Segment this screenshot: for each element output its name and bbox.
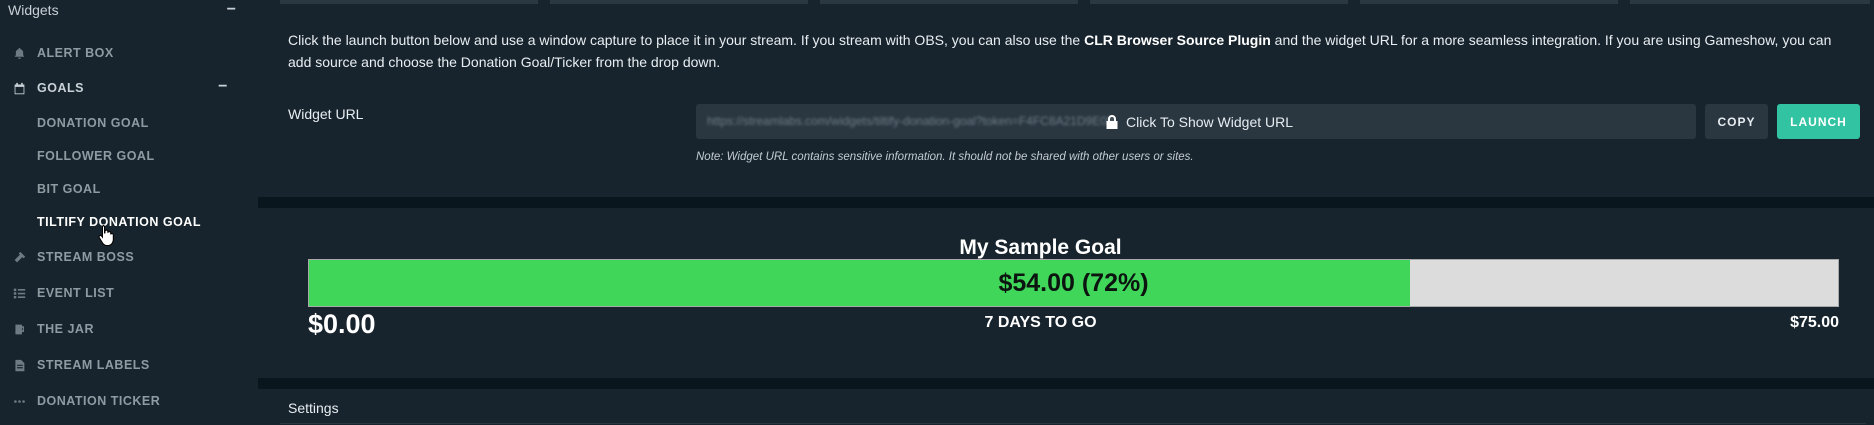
main-content: Click the launch button below and use a … [258, 0, 1874, 425]
top-tab[interactable] [280, 0, 538, 4]
ellipsis-icon [12, 394, 26, 408]
widget-url-label: Widget URL [288, 106, 364, 122]
list-icon [12, 286, 26, 300]
calendar-icon [12, 81, 26, 95]
sidebar-item-alert-box[interactable]: ALERT BOX [12, 41, 238, 65]
hand-cursor-icon [98, 225, 114, 246]
top-tab-strip [280, 0, 1870, 4]
show-widget-url-label: Click To Show Widget URL [1126, 113, 1294, 130]
collapse-goals-button[interactable]: − [218, 78, 228, 96]
sidebar-item-label: GOALS [37, 81, 84, 95]
jar-icon [12, 322, 26, 336]
collapse-widgets-button[interactable]: − [227, 0, 236, 20]
show-widget-url-button[interactable]: Click To Show Widget URL [1106, 104, 1293, 139]
goal-days-left: 7 DAYS TO GO [984, 314, 1097, 331]
widget-info-panel: Click the launch button below and use a … [258, 0, 1874, 197]
top-tab[interactable] [1630, 0, 1870, 4]
sidebar-item-event-list[interactable]: EVENT LIST [12, 281, 238, 305]
top-tab[interactable] [820, 0, 1078, 4]
sidebar-header: Widgets − [8, 0, 236, 20]
goal-progress-bar: $54.00 (72%) [308, 259, 1839, 307]
goal-amount: $54.00 (72%) [998, 268, 1149, 297]
file-icon [12, 358, 26, 372]
sidebar-item-stream-boss[interactable]: STREAM BOSS [12, 245, 238, 269]
sidebar-item-stream-labels[interactable]: STREAM LABELS [12, 353, 238, 377]
intro-text: Click the launch button below and use a … [288, 29, 1858, 73]
sidebar-item-the-jar[interactable]: THE JAR [12, 317, 238, 341]
sidebar-item-label: DONATION TICKER [37, 394, 161, 408]
sidebar-item-donation-ticker[interactable]: DONATION TICKER [12, 389, 238, 413]
lock-icon [1106, 114, 1118, 129]
goal-end-amount: $75.00 [1790, 314, 1839, 331]
sidebar-item-label: THE JAR [37, 322, 94, 336]
sidebar-header-title: Widgets [8, 2, 59, 18]
settings-divider [280, 423, 1866, 424]
clr-plugin-link[interactable]: CLR Browser Source Plugin [1084, 32, 1271, 48]
sidebar-item-label: STREAM BOSS [37, 250, 135, 264]
widget-url-note: Note: Widget URL contains sensitive info… [696, 151, 1194, 163]
bell-icon [12, 46, 26, 60]
sidebar-subitem-bit-goal[interactable]: BIT GOAL [37, 178, 237, 200]
sidebar: Widgets − ALERT BOX GOALS − DONATION GOA… [0, 0, 258, 425]
goal-preview-panel: My Sample Goal $54.00 (72%) $0.00 7 DAYS… [258, 208, 1874, 378]
sidebar-item-label: STREAM LABELS [37, 358, 150, 372]
copy-button[interactable]: COPY [1705, 104, 1768, 139]
widget-url-field[interactable]: https://streamlabs.com/widgets/tiltify-d… [696, 104, 1696, 139]
top-tab[interactable] [1090, 0, 1348, 4]
hammer-icon [12, 250, 26, 264]
settings-heading: Settings [288, 400, 339, 416]
top-tab[interactable] [550, 0, 808, 4]
widget-url-blurred-value: https://streamlabs.com/widgets/tiltify-d… [707, 114, 1115, 128]
launch-button[interactable]: LAUNCH [1777, 104, 1860, 139]
settings-panel: Settings [258, 389, 1874, 425]
sidebar-item-label: EVENT LIST [37, 286, 115, 300]
intro-text-part: Click the launch button below and use a … [288, 32, 1085, 48]
sidebar-item-goals[interactable]: GOALS − [12, 76, 238, 100]
sidebar-subitem-follower-goal[interactable]: FOLLOWER GOAL [37, 145, 237, 167]
sidebar-subitem-donation-goal[interactable]: DONATION GOAL [37, 112, 237, 134]
goal-title: My Sample Goal [959, 236, 1122, 259]
sidebar-subitem-tiltify-donation-goal[interactable]: TILTIFY DONATION GOAL [37, 211, 237, 233]
top-tab[interactable] [1360, 0, 1618, 4]
sidebar-item-label: ALERT BOX [37, 46, 114, 60]
